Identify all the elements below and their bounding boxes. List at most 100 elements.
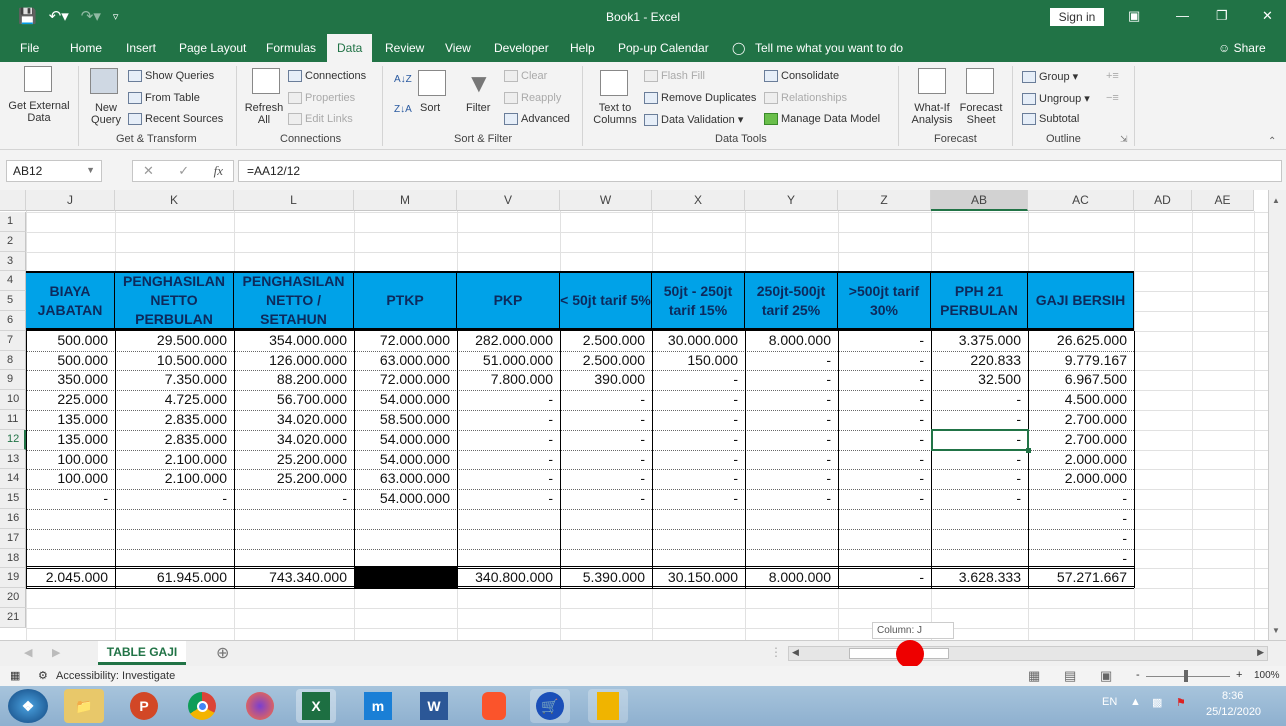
sticky-notes-icon[interactable] — [597, 692, 619, 720]
total-cell[interactable]: 743.340.000 — [234, 568, 354, 588]
table-cell[interactable]: - — [745, 351, 838, 371]
total-cell[interactable]: 340.800.000 — [457, 568, 560, 588]
vertical-scrollbar[interactable]: ▲ ▼ — [1268, 190, 1286, 640]
table-cell[interactable]: 88.200.000 — [234, 370, 354, 390]
zoom-level[interactable]: 100% — [1254, 670, 1280, 681]
table-cell[interactable]: - — [652, 489, 745, 509]
table-cell[interactable]: 56.700.000 — [234, 390, 354, 410]
zoom-in-button[interactable]: + — [1236, 669, 1242, 681]
table-cell[interactable]: 3.375.000 — [931, 331, 1028, 351]
table-header-j[interactable]: BIAYA JABATAN — [26, 271, 115, 331]
scroll-down-icon[interactable]: ▼ — [1272, 626, 1280, 635]
what-if-analysis-button[interactable]: What-If Analysis — [906, 102, 958, 126]
restore-button[interactable]: ❐ — [1216, 8, 1228, 24]
filter-button[interactable]: Filter — [466, 102, 490, 114]
table-cell[interactable]: 54.000.000 — [354, 430, 457, 450]
table-cell[interactable]: - — [457, 410, 560, 430]
table-cell[interactable]: 51.000.000 — [457, 351, 560, 371]
table-cell[interactable]: 135.000 — [26, 430, 115, 450]
column-header-y[interactable]: Y — [745, 190, 838, 211]
table-cell[interactable]: 8.000.000 — [745, 331, 838, 351]
start-button[interactable]: ❖ — [8, 689, 48, 723]
column-header-k[interactable]: K — [115, 190, 234, 211]
column-header-v[interactable]: V — [457, 190, 560, 211]
from-table-button[interactable]: From Table — [128, 92, 200, 105]
table-cell[interactable]: - — [560, 390, 652, 410]
table-cell[interactable]: - — [1028, 549, 1134, 569]
cancel-icon[interactable]: ✕ — [143, 163, 154, 179]
file-explorer-icon[interactable]: 📁 — [64, 689, 104, 723]
table-cell[interactable]: 72.000.000 — [354, 370, 457, 390]
table-cell[interactable]: 220.833 — [931, 351, 1028, 371]
group-button[interactable]: Group ▾ — [1022, 70, 1078, 84]
network-icon[interactable]: ▩ — [1152, 696, 1162, 709]
table-cell[interactable]: 4.500.000 — [1028, 390, 1134, 410]
column-header-z[interactable]: Z — [838, 190, 931, 211]
split-handle-icon[interactable]: ⋮ — [770, 645, 782, 659]
table-cell[interactable]: - — [652, 410, 745, 430]
column-header-j[interactable]: J — [26, 190, 115, 211]
forecast-sheet-button[interactable]: Forecast Sheet — [958, 102, 1004, 126]
row-header-8[interactable]: 8 — [0, 350, 26, 371]
row-header-17[interactable]: 17 — [0, 528, 26, 549]
table-cell[interactable]: - — [560, 469, 652, 489]
accessibility-status[interactable]: Accessibility: Investigate — [56, 670, 175, 682]
consolidate-button[interactable]: Consolidate — [764, 70, 839, 83]
new-query-button[interactable]: New Query — [86, 102, 126, 126]
column-header-ad[interactable]: AD — [1134, 190, 1192, 211]
show-queries-button[interactable]: Show Queries — [128, 70, 214, 83]
new-sheet-icon[interactable]: ⊕ — [216, 643, 229, 663]
table-cell[interactable]: 25.200.000 — [234, 469, 354, 489]
table-cell[interactable]: 100.000 — [26, 469, 115, 489]
table-cell[interactable]: 2.500.000 — [560, 351, 652, 371]
table-cell[interactable]: - — [745, 469, 838, 489]
table-cell[interactable]: - — [652, 450, 745, 470]
column-header-ac[interactable]: AC — [1028, 190, 1134, 211]
column-header-l[interactable]: L — [234, 190, 354, 211]
table-cell[interactable]: - — [560, 489, 652, 509]
chrome-icon[interactable] — [188, 692, 216, 720]
fill-handle[interactable] — [1026, 447, 1031, 453]
table-cell[interactable]: 354.000.000 — [234, 331, 354, 351]
table-cell[interactable]: 63.000.000 — [354, 469, 457, 489]
table-cell[interactable]: 29.500.000 — [115, 331, 234, 351]
reapply-button[interactable]: Reapply — [504, 92, 561, 105]
table-cell[interactable]: - — [457, 390, 560, 410]
row-header-13[interactable]: 13 — [0, 449, 26, 470]
row-header-18[interactable]: 18 — [0, 548, 26, 569]
text-to-columns-button[interactable]: Text to Columns — [590, 102, 640, 126]
table-cell[interactable]: - — [838, 331, 931, 351]
table-cell[interactable]: 34.020.000 — [234, 410, 354, 430]
zoom-out-button[interactable]: - — [1136, 669, 1140, 681]
tab-popup-calendar[interactable]: Pop-up Calendar — [618, 41, 709, 55]
total-cell[interactable]: 30.150.000 — [652, 568, 745, 588]
table-cell[interactable]: 32.500 — [931, 370, 1028, 390]
table-cell[interactable]: - — [931, 489, 1028, 509]
table-cell[interactable]: 225.000 — [26, 390, 115, 410]
row-header-4[interactable]: 4 — [0, 271, 26, 292]
page-layout-view-icon[interactable]: ▤ — [1064, 668, 1076, 684]
table-cell[interactable]: 54.000.000 — [354, 450, 457, 470]
properties-button[interactable]: Properties — [288, 92, 355, 105]
row-header-6[interactable]: 6 — [0, 311, 26, 331]
row-header-20[interactable]: 20 — [0, 588, 26, 608]
table-cell[interactable]: - — [838, 489, 931, 509]
tab-insert[interactable]: Insert — [126, 41, 156, 55]
total-cell[interactable]: 2.045.000 — [26, 568, 115, 588]
table-cell[interactable]: - — [652, 370, 745, 390]
minimize-button[interactable]: — — [1176, 8, 1189, 23]
table-cell[interactable]: - — [931, 450, 1028, 470]
page-break-view-icon[interactable]: ▣ — [1100, 668, 1112, 684]
table-cell[interactable]: 63.000.000 — [354, 351, 457, 371]
prev-sheet-icon[interactable]: ◀ — [24, 646, 32, 659]
table-cell[interactable]: 34.020.000 — [234, 430, 354, 450]
clock-time[interactable]: 8:36 — [1222, 690, 1243, 702]
get-external-data-button[interactable]: Get External Data — [8, 100, 70, 124]
row-header-19[interactable]: 19 — [0, 568, 26, 589]
table-header-k[interactable]: PENGHASILAN NETTO PERBULAN — [115, 271, 234, 331]
total-cell[interactable]: 3.628.333 — [931, 568, 1028, 588]
table-cell[interactable]: 500.000 — [26, 331, 115, 351]
table-header-l[interactable]: PENGHASILAN NETTO / SETAHUN — [234, 271, 354, 331]
word-icon[interactable]: W — [420, 692, 448, 720]
total-cell[interactable]: 61.945.000 — [115, 568, 234, 588]
